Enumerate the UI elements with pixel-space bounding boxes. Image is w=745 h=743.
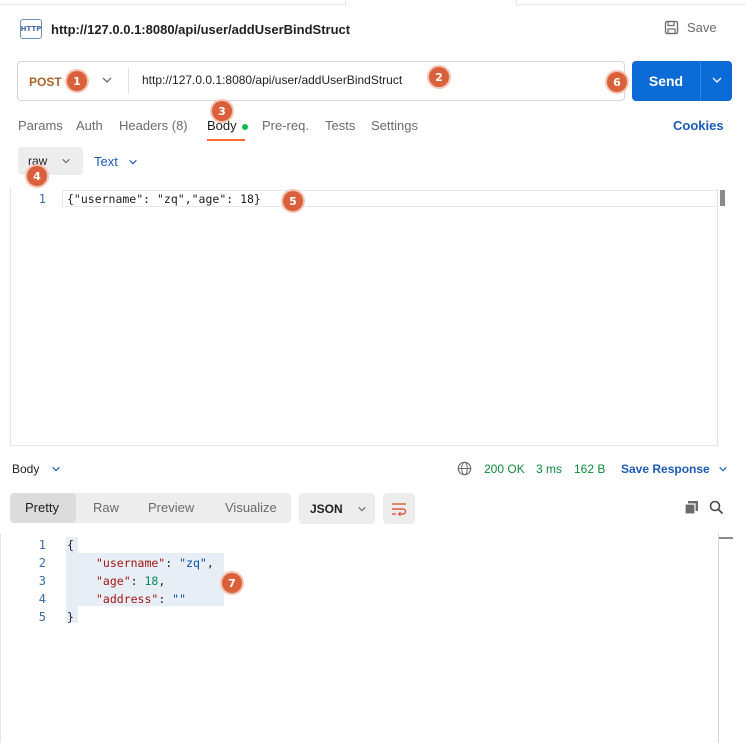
json-value: "zq" (179, 556, 207, 570)
line-number: 4 (38, 592, 46, 606)
annotation-marker-6: 6 (607, 72, 627, 92)
tab-visualize[interactable]: Visualize (225, 500, 277, 515)
json-open-brace[interactable]: { (67, 538, 74, 552)
send-label: Send (648, 73, 684, 89)
annotation-marker-5: 5 (283, 191, 303, 211)
json-line-age[interactable]: "age": 18, (96, 574, 165, 588)
body-format-label: Text (94, 154, 118, 169)
json-value: 18 (144, 574, 159, 588)
json-key: "address" (96, 592, 159, 606)
line-number: 5 (38, 610, 46, 624)
response-format-select[interactable]: JSON (299, 493, 375, 524)
url-input[interactable] (142, 73, 442, 87)
response-size[interactable]: 162 B (574, 462, 605, 476)
json-line-address[interactable]: "address": "" (96, 592, 186, 606)
request-title[interactable]: http://127.0.0.1:8080/api/user/addUserBi… (51, 22, 350, 37)
json-punct: : (158, 592, 173, 606)
copy-icon[interactable] (684, 500, 699, 515)
chevron-down-icon (357, 506, 366, 511)
response-editor-border (0, 533, 1, 743)
json-punct: , (206, 556, 214, 570)
response-body-select[interactable]: Body (12, 462, 61, 476)
save-button[interactable]: Save (664, 20, 717, 35)
editor-scroll-thumb[interactable] (720, 190, 725, 206)
status-code[interactable]: 200 OK (484, 462, 525, 476)
save-response-label: Save Response (621, 462, 710, 476)
tab-pretty[interactable]: Pretty (25, 500, 59, 515)
json-key: "age" (96, 574, 131, 588)
annotation-marker-2: 2 (429, 67, 449, 87)
request-body-code[interactable]: {"username": "zq","age": 18} (67, 192, 261, 206)
wrap-lines-icon (392, 502, 407, 516)
response-body-label: Body (12, 462, 40, 476)
json-close-brace[interactable]: } (67, 610, 74, 624)
save-icon (664, 20, 679, 35)
chevron-down-icon (718, 466, 727, 472)
http-request-icon: HTTP (20, 19, 42, 39)
editor-scrollbar[interactable] (717, 188, 734, 446)
send-button[interactable]: Send (632, 61, 732, 101)
annotation-marker-1: 1 (67, 71, 87, 91)
response-format-label: JSON (310, 501, 343, 516)
body-indicator-dot (241, 123, 248, 130)
active-request-tab[interactable] (345, 0, 517, 6)
save-label: Save (687, 20, 717, 35)
annotation-marker-4: 4 (27, 166, 47, 186)
chevron-down-icon[interactable] (101, 74, 113, 89)
tab-preview[interactable]: Preview (148, 500, 194, 515)
tab-raw[interactable]: Raw (93, 500, 119, 515)
json-line-username[interactable]: "username": "zq", (96, 556, 214, 570)
divider (128, 68, 129, 94)
json-punct: : (130, 574, 145, 588)
tab-tests[interactable]: Tests (325, 118, 355, 133)
json-punct: : (165, 556, 180, 570)
body-format-select[interactable]: Text (94, 154, 138, 169)
annotation-marker-7: 7 (222, 573, 242, 593)
chevron-down-icon (129, 159, 137, 164)
tab-body[interactable]: Body (207, 118, 248, 133)
active-tab-underline (207, 139, 245, 141)
json-punct: , (158, 574, 166, 588)
line-number: 3 (38, 574, 46, 588)
tab-pre-request[interactable]: Pre-req. (262, 118, 309, 133)
line-number: 2 (38, 556, 46, 570)
line-number: 1 (38, 538, 46, 552)
send-options-chevron-icon[interactable] (701, 74, 732, 89)
line-number: 1 (38, 192, 46, 206)
response-time[interactable]: 3 ms (536, 462, 562, 476)
tab-auth[interactable]: Auth (76, 118, 103, 133)
search-icon[interactable] (709, 500, 724, 515)
annotation-marker-3: 3 (212, 101, 232, 121)
method-select[interactable]: POST (29, 75, 62, 89)
tab-headers[interactable]: Headers (8) (119, 118, 188, 133)
json-key: "username" (96, 556, 166, 570)
wrap-lines-button[interactable] (383, 493, 415, 524)
chevron-down-icon (62, 158, 71, 164)
tab-settings[interactable]: Settings (371, 118, 418, 133)
tab-params[interactable]: Params (18, 118, 63, 133)
chevron-down-icon (52, 466, 61, 472)
cookies-link[interactable]: Cookies (673, 118, 724, 133)
response-scrollbar[interactable] (718, 533, 719, 743)
response-scroll-thumb[interactable] (719, 537, 733, 539)
globe-icon[interactable] (457, 461, 472, 476)
request-body-editor[interactable] (10, 188, 734, 446)
save-response-button[interactable]: Save Response (621, 462, 728, 476)
json-value: "" (172, 592, 187, 606)
